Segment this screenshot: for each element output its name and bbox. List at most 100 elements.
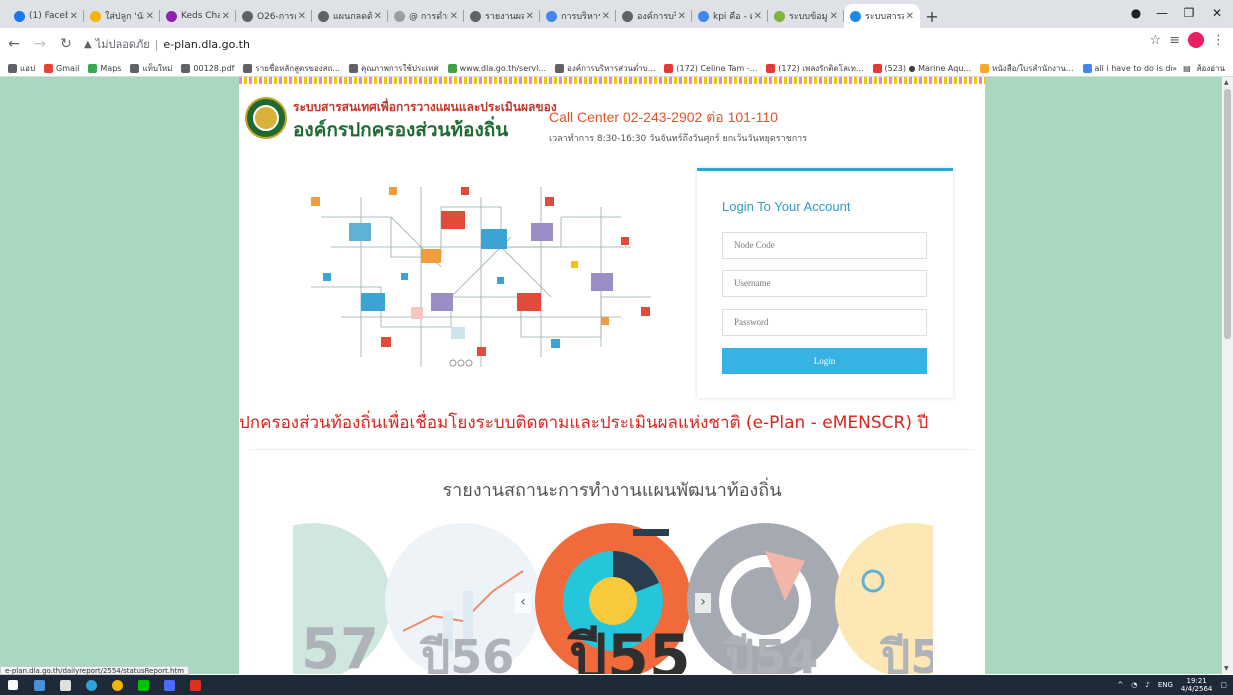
scroll-down-icon[interactable]: ▼ xyxy=(1224,665,1229,672)
menu-kebab-icon[interactable]: ⋮ xyxy=(1212,33,1225,48)
tab-close-icon[interactable]: ✕ xyxy=(146,11,154,22)
browser-tab[interactable]: (1) Facebook✕ xyxy=(8,4,84,28)
bookmark-item[interactable]: all i have to do is dr... xyxy=(1082,63,1181,73)
address-bar[interactable]: ▲ ไม่ปลอดภัย | e-plan.dla.go.th xyxy=(84,32,250,56)
report-carousel: 57 ปี56 ปี55 ปี54 ปี5 xyxy=(293,521,933,674)
browser-tab[interactable]: Keds Champi✕ xyxy=(160,4,236,28)
year-label-54: ปี54 xyxy=(725,630,819,674)
tab-title: ระบบสารสนเท xyxy=(865,12,904,22)
bookmark-favicon-icon xyxy=(447,63,457,73)
tab-close-icon[interactable]: ✕ xyxy=(602,11,610,22)
browser-tab[interactable]: O26-การดำเนิ✕ xyxy=(236,4,312,28)
chrome-icon[interactable] xyxy=(104,675,130,695)
reading-list-label[interactable]: ส้องอ่าน xyxy=(1197,62,1225,75)
line-icon[interactable] xyxy=(130,675,156,695)
language-indicator[interactable]: ENG xyxy=(1158,681,1173,689)
network-icon[interactable]: ◔ xyxy=(1131,681,1137,689)
bookmark-item[interactable]: หนังสือ/ใบรสำนักงาน... xyxy=(980,62,1074,75)
tray-chevron-icon[interactable]: ^ xyxy=(1117,681,1123,689)
browser-tab[interactable]: @ การดำเนินก✕ xyxy=(388,4,464,28)
reload-icon[interactable]: ↻ xyxy=(54,32,78,56)
bookmark-item[interactable]: แท็บใหม่ xyxy=(130,62,172,75)
bookmark-item[interactable]: รายชื่อหลักสูตรของสถ... xyxy=(243,62,340,75)
scroll-thumb[interactable] xyxy=(1224,89,1231,339)
report-title: รายงานสถานะการทำงานแผนพัฒนาท้องถิ่น xyxy=(442,480,782,501)
close-window-icon[interactable]: ✕ xyxy=(1205,4,1229,22)
scroll-up-icon[interactable]: ▲ xyxy=(1224,79,1229,86)
tab-close-icon[interactable]: ✕ xyxy=(450,11,458,22)
maximize-icon[interactable]: ❐ xyxy=(1177,4,1201,22)
volume-icon[interactable]: ♪ xyxy=(1145,681,1149,689)
task-view-icon[interactable] xyxy=(26,675,52,695)
bookmark-favicon-icon xyxy=(1082,63,1092,73)
news-marquee: ปกครองส่วนท้องถิ่นเพื่อเชื่อมโยงระบบติดต… xyxy=(239,413,929,433)
reading-list-icon[interactable]: ≡ xyxy=(1169,33,1180,48)
start-icon[interactable] xyxy=(0,675,26,695)
tab-title: ระบบข้อมูลบุคล xyxy=(789,12,828,22)
tab-close-icon[interactable]: ✕ xyxy=(526,11,534,22)
carousel-next-button[interactable]: › xyxy=(695,593,711,613)
tab-close-icon[interactable]: ✕ xyxy=(298,11,306,22)
bookmark-favicon-icon xyxy=(88,63,98,73)
bookmark-star-icon[interactable]: ☆ xyxy=(1149,33,1161,48)
page-scrollbar[interactable]: ▲ ▼ xyxy=(1222,77,1233,674)
node-code-input[interactable]: Node Code xyxy=(722,232,927,259)
bookmarks-overflow[interactable]: » xyxy=(1172,64,1177,73)
bookmark-favicon-icon xyxy=(766,63,776,73)
notification-icon[interactable]: ▢ xyxy=(1220,681,1227,689)
browser-tab[interactable]: รายงานผลการข✕ xyxy=(464,4,540,28)
clock-date: 4/4/2564 xyxy=(1180,685,1213,693)
bookmark-label: องค์การบริหารส่วนต่ำบ... xyxy=(567,63,656,73)
bookmark-item[interactable]: www.dla.go.th/servl... xyxy=(447,63,546,73)
carousel-prev-button[interactable]: ‹ xyxy=(515,593,531,613)
acrobat-icon[interactable] xyxy=(182,675,208,695)
login-button[interactable]: Login xyxy=(722,348,927,374)
bookmark-label: คุณภาพการใช้ประเทศ xyxy=(361,63,439,73)
browser-tab[interactable]: ใส่ปลูก 'นักปูก'✕ xyxy=(84,4,160,28)
bookmark-item[interactable]: องค์การบริหารส่วนต่ำบ... xyxy=(555,62,655,75)
bookmark-item[interactable]: แอป xyxy=(8,62,35,75)
forward-icon[interactable]: → xyxy=(28,32,52,56)
bookmark-item[interactable]: Gmail xyxy=(44,63,79,73)
bookmark-label: หนังสือ/ใบรสำนักงาน... xyxy=(992,63,1074,73)
tab-close-icon[interactable]: ✕ xyxy=(906,11,914,22)
browser-tab[interactable]: kpi คือ - ค้นหา✕ xyxy=(692,4,768,28)
avatar[interactable] xyxy=(1188,32,1204,48)
year-label-5: ปี5 xyxy=(881,630,933,674)
password-input[interactable]: Password xyxy=(722,309,927,336)
browser-tab[interactable]: แผนกลดด้านสุข✕ xyxy=(312,4,388,28)
browser-tab[interactable]: องค์การบริหาร✕ xyxy=(616,4,692,28)
tab-close-icon[interactable]: ✕ xyxy=(830,11,838,22)
tab-close-icon[interactable]: ✕ xyxy=(678,11,686,22)
network-illustration xyxy=(311,187,651,367)
tab-close-icon[interactable]: ✕ xyxy=(222,11,230,22)
tab-close-icon[interactable]: ✕ xyxy=(70,11,78,22)
store-icon[interactable] xyxy=(52,675,78,695)
minimize-icon[interactable]: — xyxy=(1150,4,1174,22)
clock[interactable]: 19:21 4/4/2564 xyxy=(1181,677,1212,693)
bookmark-item[interactable]: 00128.pdf xyxy=(181,63,234,73)
browser-tab[interactable]: ระบบสารสนเท✕ xyxy=(844,4,920,28)
tab-favicon-icon xyxy=(242,10,253,22)
calculator-icon[interactable] xyxy=(156,675,182,695)
edge-icon[interactable] xyxy=(78,675,104,695)
tab-close-icon[interactable]: ✕ xyxy=(754,11,762,22)
username-input[interactable]: Username xyxy=(722,270,927,297)
tab-close-icon[interactable]: ✕ xyxy=(374,11,382,22)
bookmark-label: แท็บใหม่ xyxy=(142,63,173,73)
tab-favicon-icon xyxy=(470,10,481,22)
bookmark-item[interactable]: Maps xyxy=(88,63,122,73)
dla-logo[interactable] xyxy=(245,97,287,139)
browser-tab[interactable]: ระบบข้อมูลบุคล✕ xyxy=(768,4,844,28)
new-tab-button[interactable]: + xyxy=(920,4,944,28)
bookmark-favicon-icon xyxy=(130,63,140,73)
bookmark-item[interactable]: (172) เพลงรักติดโลเท... xyxy=(766,62,864,75)
bookmark-label: Maps xyxy=(100,63,122,73)
bookmark-item[interactable]: คุณภาพการใช้ประเทศ xyxy=(349,62,439,75)
profile-indicator-icon[interactable]: ● xyxy=(1124,4,1148,22)
browser-tab[interactable]: การบริหารหรั✕ xyxy=(540,4,616,28)
bookmark-item[interactable]: (172) Celine Tam -... xyxy=(664,63,757,73)
back-icon[interactable]: ← xyxy=(2,32,26,56)
reading-list-icon-small[interactable]: ▤ xyxy=(1183,64,1191,73)
bookmark-item[interactable]: (523) ● Marine Aqu... xyxy=(872,63,971,73)
